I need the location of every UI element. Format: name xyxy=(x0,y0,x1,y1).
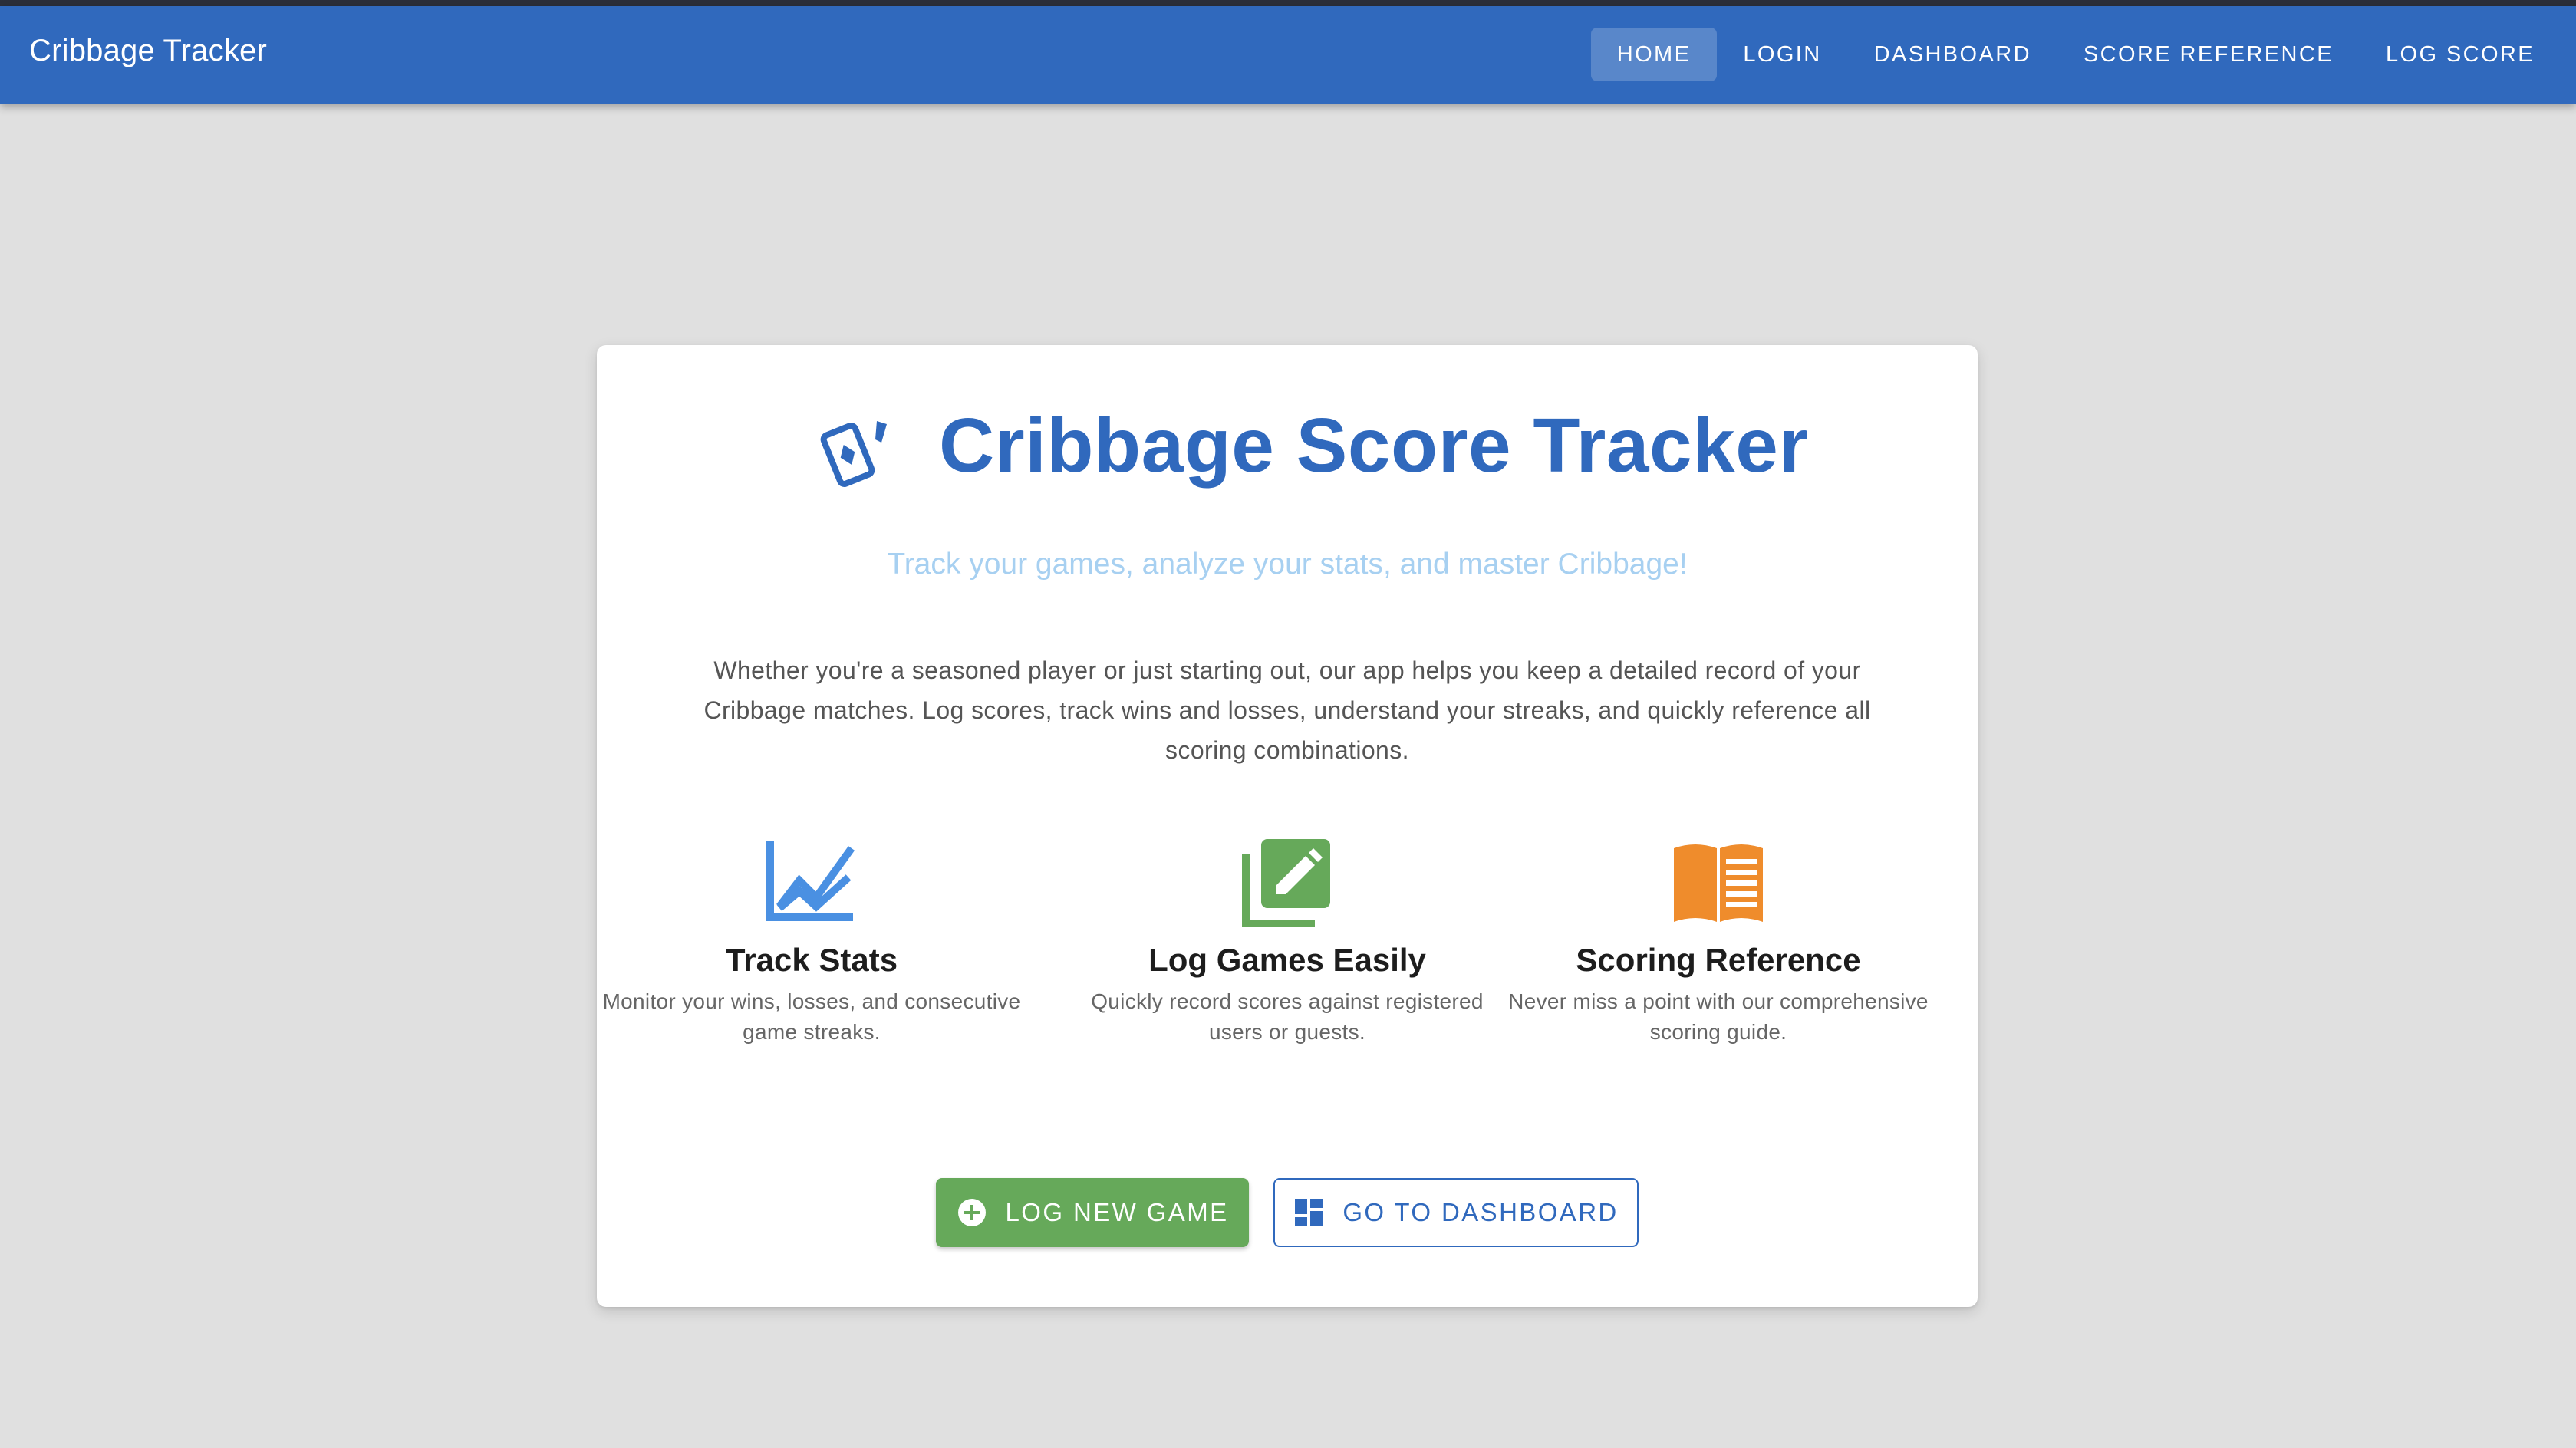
feature-log-games: Log Games Easily Quickly record scores a… xyxy=(1072,836,1502,1048)
nav-home[interactable]: Home xyxy=(1590,28,1718,81)
go-to-dashboard-button[interactable]: Go to Dashboard xyxy=(1273,1178,1639,1247)
card-actions: Log New Game Go to Dashboard xyxy=(597,1178,1978,1247)
welcome-card: Cribbage Score Tracker Track your games,… xyxy=(597,345,1978,1307)
page-title: Cribbage Score Tracker xyxy=(939,403,1809,489)
nav-dashboard[interactable]: Dashboard xyxy=(1848,28,2057,81)
page-subtitle: Track your games, analyze your stats, an… xyxy=(887,548,1688,581)
playing-cards-icon xyxy=(820,421,887,487)
log-new-game-label: Log New Game xyxy=(1005,1198,1229,1226)
dashboard-icon xyxy=(1295,1199,1323,1226)
app-title[interactable]: Cribbage Tracker xyxy=(29,34,267,68)
intro-text: Whether you're a seasoned player or just… xyxy=(703,657,1871,764)
log-new-game-button[interactable]: Log New Game xyxy=(936,1178,1249,1247)
nav-score-reference[interactable]: Score Reference xyxy=(2057,28,2360,81)
nav-login[interactable]: Login xyxy=(1717,28,1847,81)
main-nav: Home Login Dashboard Score Reference Log… xyxy=(1590,28,2561,81)
window-top-edge xyxy=(0,0,2576,6)
feature-description: Monitor your wins, losses, and consecuti… xyxy=(602,989,1021,1044)
feature-description: Quickly record scores against registered… xyxy=(1091,989,1484,1044)
feature-title: Scoring Reference xyxy=(1576,942,1861,978)
line-chart-icon xyxy=(766,841,855,921)
feature-track-stats: Track Stats Monitor your wins, losses, a… xyxy=(597,836,1026,1048)
edit-note-icon xyxy=(1242,839,1330,927)
nav-log-score[interactable]: Log Score xyxy=(2360,28,2561,81)
feature-title: Log Games Easily xyxy=(1148,942,1426,978)
feature-description: Never miss a point with our comprehensiv… xyxy=(1508,989,1929,1044)
book-icon xyxy=(1674,844,1763,922)
add-circle-icon xyxy=(957,1199,986,1226)
feature-title: Track Stats xyxy=(725,942,898,978)
app-bar: Cribbage Tracker Home Login Dashboard Sc… xyxy=(0,6,2576,104)
hero-header: Cribbage Score Tracker xyxy=(597,345,1978,522)
feature-scoring-reference: Scoring Reference Never miss a point wit… xyxy=(1504,836,1933,1048)
go-to-dashboard-label: Go to Dashboard xyxy=(1342,1198,1619,1226)
